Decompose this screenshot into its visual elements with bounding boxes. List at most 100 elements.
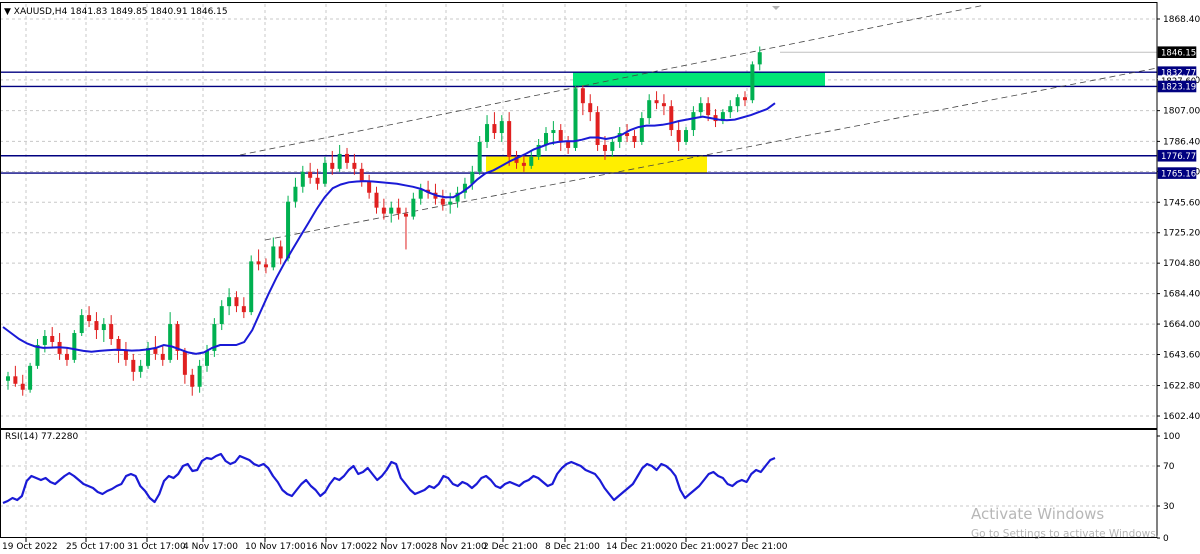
candle-body [403, 213, 408, 217]
candle-body [661, 103, 666, 107]
candle-body [204, 350, 209, 366]
candle-body [684, 130, 689, 142]
candle-body [190, 374, 195, 387]
candle-body [20, 383, 25, 390]
candle-body [566, 141, 571, 148]
candle-body [87, 315, 92, 322]
candle-body [595, 112, 600, 145]
candle-body [698, 103, 703, 113]
candle-body [227, 297, 232, 307]
candle-body [109, 324, 114, 339]
candle-body [42, 336, 47, 345]
rsi-line [2, 452, 776, 505]
candle-body [197, 365, 202, 387]
candle-body [573, 88, 578, 148]
time-tick-label: 19 Oct 2022 [2, 542, 58, 552]
support-zone [486, 155, 707, 174]
candle-body [757, 52, 762, 65]
time-tick-label: 16 Nov 17:00 [306, 542, 367, 552]
price-tick-label: 1622.80 [1163, 382, 1200, 392]
symbol-header: ▼ XAUUSD,H4 1841.83 1849.85 1840.91 1846… [4, 7, 228, 17]
candle-body [50, 336, 55, 342]
price-tag-label: 1823.19 [1161, 83, 1196, 93]
resistance-zone [573, 72, 825, 87]
time-tick-label: 27 Dec 21:00 [727, 542, 788, 552]
candle-body [322, 162, 327, 184]
candle-body [219, 306, 224, 325]
candle-body [6, 376, 10, 381]
time-tick-label: 2 Dec 21:00 [483, 542, 538, 552]
candle-body [175, 324, 180, 351]
candle-body [558, 130, 563, 142]
candle-body [28, 365, 33, 390]
time-tick-label: 20 Dec 21:00 [666, 542, 727, 552]
candle-body [750, 64, 755, 101]
candle-body [94, 321, 99, 331]
candle-body [138, 365, 143, 372]
candle-body [374, 192, 379, 208]
candle-body [278, 246, 283, 259]
main-panel-background [0, 0, 1157, 428]
candle-body [234, 297, 239, 307]
price-tick-label: 1664.00 [1163, 320, 1200, 330]
candle-body [315, 177, 320, 184]
candle-body [735, 97, 740, 107]
candle-body [544, 133, 549, 145]
candle-body [477, 141, 482, 172]
candle-body [308, 171, 313, 178]
price-tag-label: 1776.77 [1161, 152, 1196, 162]
time-tick-label: 28 Nov 21:00 [426, 542, 487, 552]
candle-body [507, 121, 512, 157]
activation-watermark-subtitle: Go to Settings to activate Windows. [971, 528, 1160, 540]
candle-body [293, 186, 298, 202]
candle-body [440, 198, 445, 205]
candle-body [241, 306, 246, 313]
time-tick-label: 14 Dec 21:00 [606, 542, 667, 552]
candle-body [263, 264, 268, 268]
candle-body [492, 124, 497, 134]
price-tick-label: 1704.80 [1163, 259, 1200, 269]
candle-body [728, 106, 733, 113]
symbol-timeframe: XAUUSD,H4 [13, 7, 68, 17]
activation-watermark-title: Activate Windows [971, 505, 1105, 523]
candle-body [418, 189, 423, 199]
chart-menu-icon[interactable]: ▼ [4, 7, 11, 17]
candle-body [271, 246, 276, 268]
time-tick-label: 31 Oct 17:00 [127, 542, 186, 552]
price-tick-label: 1745.60 [1163, 198, 1200, 208]
candle-body [146, 347, 151, 366]
candle-body [639, 118, 644, 142]
price-tick-label: 1725.20 [1163, 229, 1200, 239]
rsi-axis: 100 70 30 0 [1157, 432, 1180, 544]
candle-body [168, 324, 173, 360]
candle-body [123, 350, 128, 360]
chart-canvas: 1868.401827.601807.001786.401766.201745.… [0, 0, 1200, 552]
candle-body [286, 201, 291, 259]
candle-body [79, 315, 84, 334]
time-tick-label: 25 Oct 17:00 [66, 542, 125, 552]
candle-body [580, 88, 585, 104]
candle-body [669, 106, 674, 131]
time-tick-label: 22 Nov 17:00 [366, 542, 427, 552]
candle-body [131, 359, 136, 372]
rsi-tick-label: 100 [1163, 432, 1180, 442]
price-tag-label: 1846.15 [1161, 48, 1196, 58]
candle-body [64, 353, 69, 360]
candle-body [521, 162, 526, 166]
candle-body [72, 333, 77, 360]
price-tick-label: 1684.40 [1163, 290, 1200, 300]
candle-body [359, 168, 364, 181]
candle-body [588, 103, 593, 113]
candle-body [352, 162, 357, 169]
price-tag-label: 1765.16 [1161, 169, 1196, 179]
rsi-series [2, 452, 776, 505]
rsi-indicator-label: RSI(14) 77.2280 [5, 432, 79, 442]
candle-body [345, 153, 350, 163]
candle-body [160, 353, 165, 360]
time-axis: 19 Oct 2022 25 Oct 17:00 31 Oct 17:004 Nov… [2, 538, 788, 552]
time-tick-label: 8 Dec 21:00 [545, 542, 600, 552]
candle-body [529, 156, 534, 166]
candle-body [367, 180, 372, 193]
candle-body [330, 162, 335, 169]
price-tick-label: 1786.40 [1163, 137, 1200, 147]
